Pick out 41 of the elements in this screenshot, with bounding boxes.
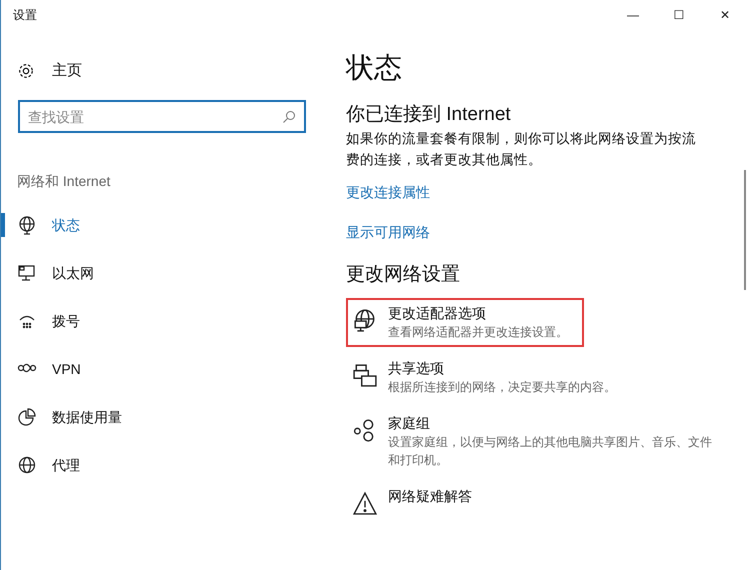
globe-monitor-icon [353,308,377,332]
window-title: 设置 [12,7,37,24]
nav-item[interactable]: 数据使用量 [1,393,331,441]
globe-icon [17,455,37,475]
minimize-button[interactable]: — [610,0,656,30]
option-description: 根据所连接到的网络，决定要共享的内容。 [388,379,616,396]
pie-chart-icon [17,407,37,427]
printer-folder-icon [353,363,377,387]
option-item[interactable]: 共享选项 根据所连接到的网络，决定要共享的内容。 [346,353,632,402]
section-label: 网络和 Internet [16,172,112,191]
maximize-button[interactable]: ☐ [656,0,702,30]
globe-monitor-icon [17,215,37,235]
warning-icon [353,491,377,515]
option-description: 查看网络适配器并更改连接设置。 [388,324,568,341]
nav-item[interactable]: 以太网 [1,249,331,297]
nav-item[interactable]: VPN [1,345,331,393]
option-title: 网络疑难解答 [388,487,472,506]
option-title: 更改适配器选项 [388,304,487,323]
option-item[interactable]: 家庭组 设置家庭组，以便与网络上的其他电脑共享图片、音乐、文件和打印机。 [346,408,734,475]
option-item[interactable]: 更改适配器选项 查看网络适配器并更改连接设置。 [346,298,584,347]
home-link[interactable]: 主页 [52,60,82,82]
nav-item[interactable]: 代理 [1,441,331,489]
settings-icon [17,62,35,80]
option-title: 家庭组 [388,414,431,433]
nav-item[interactable]: 拨号 [1,297,331,345]
text-link[interactable]: 更改连接属性 [346,182,430,202]
option-title: 共享选项 [388,359,445,378]
monitor-icon [17,263,37,283]
description-text: 费的连接，或者更改其他属性。 [346,151,543,169]
page-title: 状态 [346,51,403,85]
search-field[interactable]: 查找设置 [18,100,306,133]
connection-heading: 你已连接到 Internet [346,103,512,127]
scrollbar-thumb[interactable] [744,170,746,290]
option-item[interactable]: 网络疑难解答 [346,481,488,521]
close-button[interactable]: ✕ [702,0,748,30]
section-heading: 更改网络设置 [346,263,461,287]
search-icon [282,110,296,124]
description-text: 如果你的流量套餐有限制，则你可以将此网络设置为按流 [346,130,697,148]
text-link[interactable]: 显示可用网络 [346,222,430,242]
option-description: 设置家庭组，以便与网络上的其他电脑共享图片、音乐、文件和打印机。 [388,434,713,469]
nav-item[interactable]: 状态 [1,201,331,249]
